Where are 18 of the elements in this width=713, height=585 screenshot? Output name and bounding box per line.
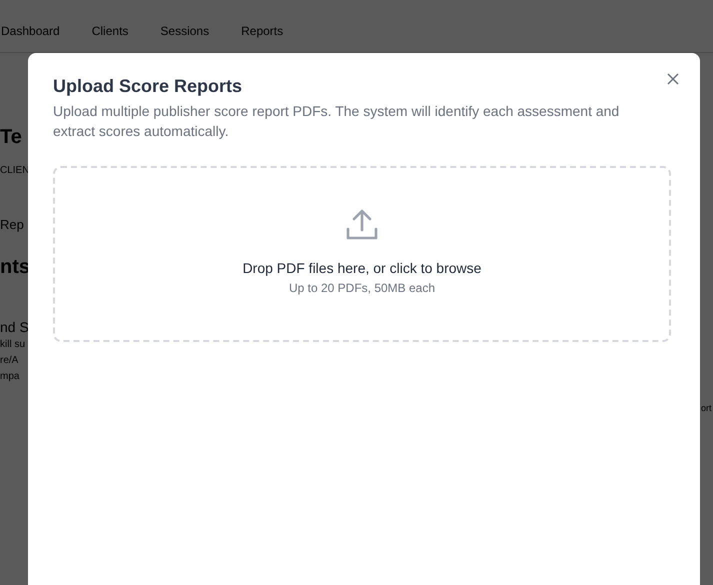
close-icon (666, 72, 680, 86)
dialog-title: Upload Score Reports (53, 75, 244, 97)
background-text: Rep (0, 217, 25, 233)
file-dropzone[interactable]: Drop PDF files here, or click to browse Up to 20 PDFs, 50MB each (53, 166, 671, 342)
background-text: kill su (0, 339, 26, 352)
dropzone-hint: Up to 20 PDFs, 50MB each (288, 281, 436, 295)
nav-link[interactable]: Sessions (160, 24, 210, 38)
dropzone-text: Drop PDF files here, or click to browse (242, 260, 482, 276)
background-text: mpa (0, 371, 20, 384)
dialog-description: Upload multiple publisher score report PDFs. The system will identify each assessment and extract scores automatically. (53, 102, 620, 141)
background-text: re/A (0, 355, 20, 368)
background-text: Te (0, 125, 23, 149)
nav-link[interactable]: Dashboard (1, 24, 60, 38)
background-text: ort (701, 403, 713, 414)
background-text: nd S (0, 318, 28, 336)
nav-link[interactable]: Clients (92, 24, 128, 38)
background-text: nts (0, 254, 28, 279)
nav-link[interactable]: Reports (241, 24, 284, 38)
